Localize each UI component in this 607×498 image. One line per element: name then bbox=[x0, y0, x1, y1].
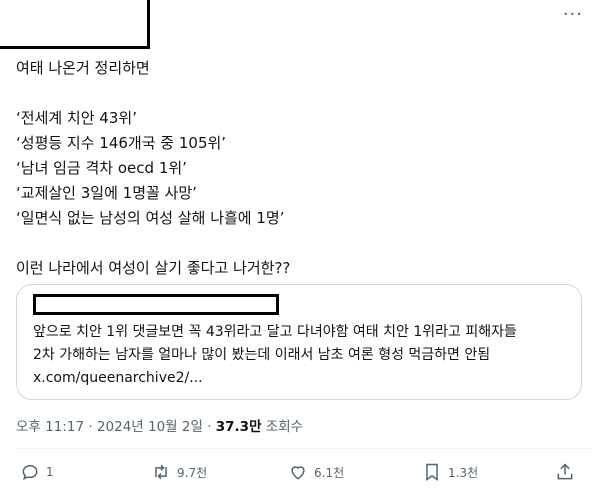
quoted-line: 2차 가해하는 남자를 얼마나 많이 봤는데 이래서 남초 여론 형성 먹금하면… bbox=[33, 347, 491, 363]
bookmark-icon bbox=[426, 463, 438, 481]
action-bar: 1 9.7천 6.1천 1.3천 bbox=[16, 462, 591, 488]
reply-button[interactable]: 1 bbox=[20, 462, 54, 482]
tweet-line bbox=[16, 232, 586, 257]
quoted-line: 앞으로 치안 1위 댓글보면 꼭 43위라고 달고 다녀야함 여태 치안 1위라… bbox=[33, 324, 517, 340]
heart-icon bbox=[291, 466, 305, 480]
bookmark-button[interactable]: 1.3천 bbox=[422, 462, 478, 482]
views-label: 조회수 bbox=[261, 419, 304, 435]
meta-separator: · bbox=[202, 419, 216, 435]
retweet-count: 9.7천 bbox=[177, 465, 208, 480]
like-button[interactable]: 6.1천 bbox=[288, 462, 344, 482]
tweet-meta: 오후 11:17 · 2024년 10월 2일 · 37.3만 조회수 bbox=[16, 415, 303, 435]
divider bbox=[16, 448, 591, 449]
like-count: 6.1천 bbox=[314, 465, 345, 480]
quoted-tweet-card[interactable]: 앞으로 치안 1위 댓글보면 꼭 43위라고 달고 다녀야함 여태 치안 1위라… bbox=[16, 284, 582, 400]
views-count: 37.3만 bbox=[215, 419, 262, 435]
tweet-date[interactable]: 2024년 10월 2일 bbox=[97, 419, 203, 435]
tweet-line: ‘전세계 치안 43위’ bbox=[16, 109, 137, 127]
retweet-button[interactable]: 9.7천 bbox=[151, 462, 207, 482]
more-options-icon[interactable]: ··· bbox=[563, 4, 583, 25]
retweet-icon bbox=[155, 464, 167, 480]
reply-icon bbox=[22, 464, 38, 481]
tweet-line: 여태 나온거 정리하면 bbox=[16, 59, 150, 77]
reply-count: 1 bbox=[46, 465, 54, 479]
quoted-link[interactable]: x.com/queenarchive2/... bbox=[33, 367, 573, 390]
tweet-text: 여태 나온거 정리하면 ‘전세계 치안 43위’ ‘성평등 지수 146개국 중… bbox=[16, 57, 586, 282]
redacted-quoted-author bbox=[33, 294, 279, 315]
redacted-author-header bbox=[0, 0, 150, 49]
tweet-line: ‘교제살인 3일에 1명꼴 사망’ bbox=[16, 184, 197, 202]
share-icon bbox=[557, 463, 573, 480]
share-button[interactable] bbox=[555, 462, 575, 482]
tweet-line: ‘일면식 없는 남성의 여성 살해 나흘에 1명’ bbox=[16, 209, 285, 227]
bookmark-count: 1.3천 bbox=[448, 465, 479, 480]
tweet-line: ‘성평등 지수 146개국 중 105위’ bbox=[16, 134, 227, 152]
tweet-line: 이런 나라에서 여성이 살기 좋다고 나거한?? bbox=[16, 259, 291, 277]
tweet-time[interactable]: 오후 11:17 bbox=[16, 419, 84, 435]
meta-separator: · bbox=[84, 419, 97, 435]
tweet-line: ‘남녀 임금 격차 oecd 1위’ bbox=[16, 159, 187, 177]
tweet-line bbox=[16, 82, 586, 107]
quoted-tweet-text: 앞으로 치안 1위 댓글보면 꼭 43위라고 달고 다녀야함 여태 치안 1위라… bbox=[33, 321, 573, 390]
